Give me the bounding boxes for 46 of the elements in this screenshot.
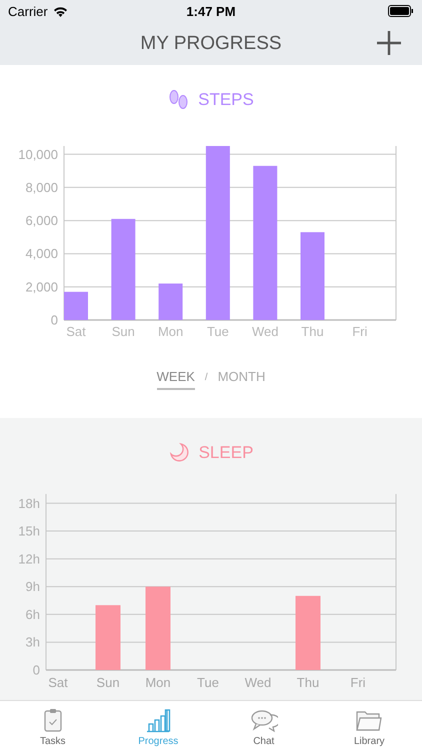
axis-label: Tue bbox=[206, 324, 229, 339]
section-title: STEPS bbox=[198, 90, 254, 110]
moon-icon bbox=[168, 442, 191, 464]
bar-chart-icon bbox=[144, 707, 172, 733]
screen-title: MY PROGRESS bbox=[140, 32, 282, 54]
axis-label: 10,000 bbox=[18, 146, 58, 162]
bar bbox=[158, 284, 183, 320]
status-time: 1:47 PM bbox=[185, 4, 237, 18]
separator-slash: / bbox=[204, 372, 208, 385]
axis-label: Mon bbox=[158, 324, 184, 339]
axis-label: Wed bbox=[252, 324, 278, 339]
bar bbox=[64, 292, 88, 320]
axis-label: Sat bbox=[48, 675, 68, 690]
axis-label: Mon bbox=[145, 675, 171, 690]
axis-label: 12h bbox=[18, 551, 40, 566]
section-title: SLEEP bbox=[198, 443, 254, 463]
battery-icon bbox=[388, 5, 414, 17]
axis-label: 18h bbox=[18, 496, 40, 511]
axis-label: 3h bbox=[26, 634, 40, 650]
range-tab[interactable]: WEEK bbox=[156, 369, 195, 390]
axis-label: 4,000 bbox=[25, 246, 58, 262]
tab-bar-item[interactable]: Chat bbox=[211, 701, 316, 750]
tab-bar-item[interactable]: Library bbox=[316, 701, 422, 750]
axis-label: Thu bbox=[301, 324, 324, 339]
axis-label: Sun bbox=[96, 675, 120, 690]
axis-label: 0 bbox=[32, 662, 40, 678]
axis-label: 15h bbox=[18, 524, 40, 539]
axis-label: Sat bbox=[66, 324, 86, 339]
add-button[interactable] bbox=[376, 30, 402, 56]
axis-label: Tue bbox=[197, 675, 219, 690]
axis-label: Fri bbox=[352, 324, 368, 339]
axis-label: 2,000 bbox=[25, 279, 58, 294]
axis-label: Fri bbox=[350, 675, 366, 690]
axis-label: 0 bbox=[50, 312, 58, 328]
wifi-icon bbox=[52, 6, 68, 16]
tab-bar-item[interactable]: Tasks bbox=[0, 701, 106, 750]
axis-label: 8,000 bbox=[25, 180, 58, 195]
axis-label: Thu bbox=[296, 675, 320, 690]
axis-label: Sun bbox=[112, 324, 135, 339]
bar bbox=[96, 605, 120, 670]
carrier-label: Carrier bbox=[8, 4, 48, 18]
axis-label: Wed bbox=[244, 675, 272, 690]
axis-label: 9h bbox=[26, 579, 40, 594]
axis-label: 6,000 bbox=[25, 213, 58, 228]
footprints-icon bbox=[168, 90, 190, 110]
axis-label: 6h bbox=[26, 606, 40, 622]
